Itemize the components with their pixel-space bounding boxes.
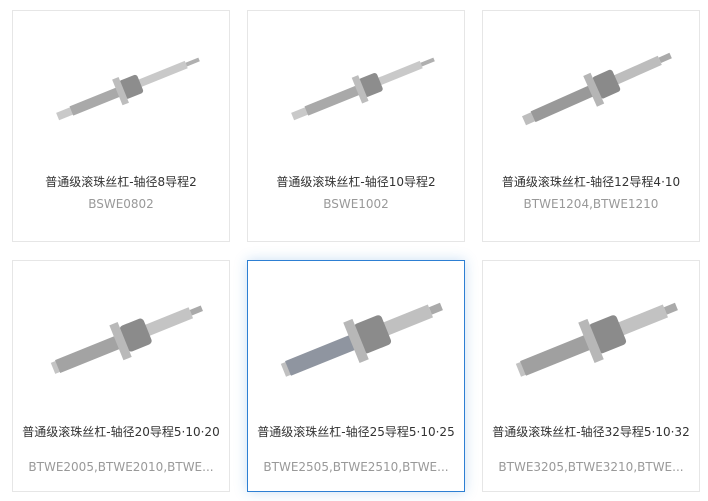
ball-screw-image[interactable] [483,11,699,161]
ball-screw-image[interactable] [483,261,699,411]
ball-screw-image[interactable] [13,11,229,161]
product-card[interactable]: 普通级滚珠丝杠-轴径12导程4·10 BTWE1204,BTWE1210 [482,10,700,242]
product-title[interactable]: 普通级滚珠丝杠-轴径25导程5·10·25 [256,424,456,441]
product-card[interactable]: 普通级滚珠丝杠-轴径10导程2 BSWE1002 [247,10,465,242]
product-title[interactable]: 普通级滚珠丝杠-轴径32导程5·10·32 [491,424,691,441]
product-card[interactable]: 普通级滚珠丝杠-轴径20导程5·10·20 BTWE2005,BTWE2010,… [12,260,230,492]
product-card[interactable]: 普通级滚珠丝杠-轴径25导程5·10·25 BTWE2505,BTWE2510,… [247,260,465,492]
ball-screw-image[interactable] [13,261,229,411]
product-models: BTWE3205,BTWE3210,BTWE... [498,460,684,474]
product-title[interactable]: 普通级滚珠丝杠-轴径8导程2 [21,174,221,191]
ball-screw-image[interactable] [248,261,464,411]
product-card[interactable]: 普通级滚珠丝杠-轴径8导程2 BSWE0802 [12,10,230,242]
product-title[interactable]: 普通级滚珠丝杠-轴径20导程5·10·20 [21,424,221,441]
product-models: BSWE1002 [323,197,389,211]
product-title[interactable]: 普通级滚珠丝杠-轴径10导程2 [256,174,456,191]
product-models: BTWE2505,BTWE2510,BTWE... [263,460,449,474]
product-models: BTWE2005,BTWE2010,BTWE... [28,460,214,474]
product-models: BTWE1204,BTWE1210 [523,197,659,211]
product-card[interactable]: 普通级滚珠丝杠-轴径32导程5·10·32 BTWE3205,BTWE3210,… [482,260,700,492]
product-models: BSWE0802 [88,197,154,211]
ball-screw-image[interactable] [248,11,464,161]
product-title[interactable]: 普通级滚珠丝杠-轴径12导程4·10 [491,174,691,191]
